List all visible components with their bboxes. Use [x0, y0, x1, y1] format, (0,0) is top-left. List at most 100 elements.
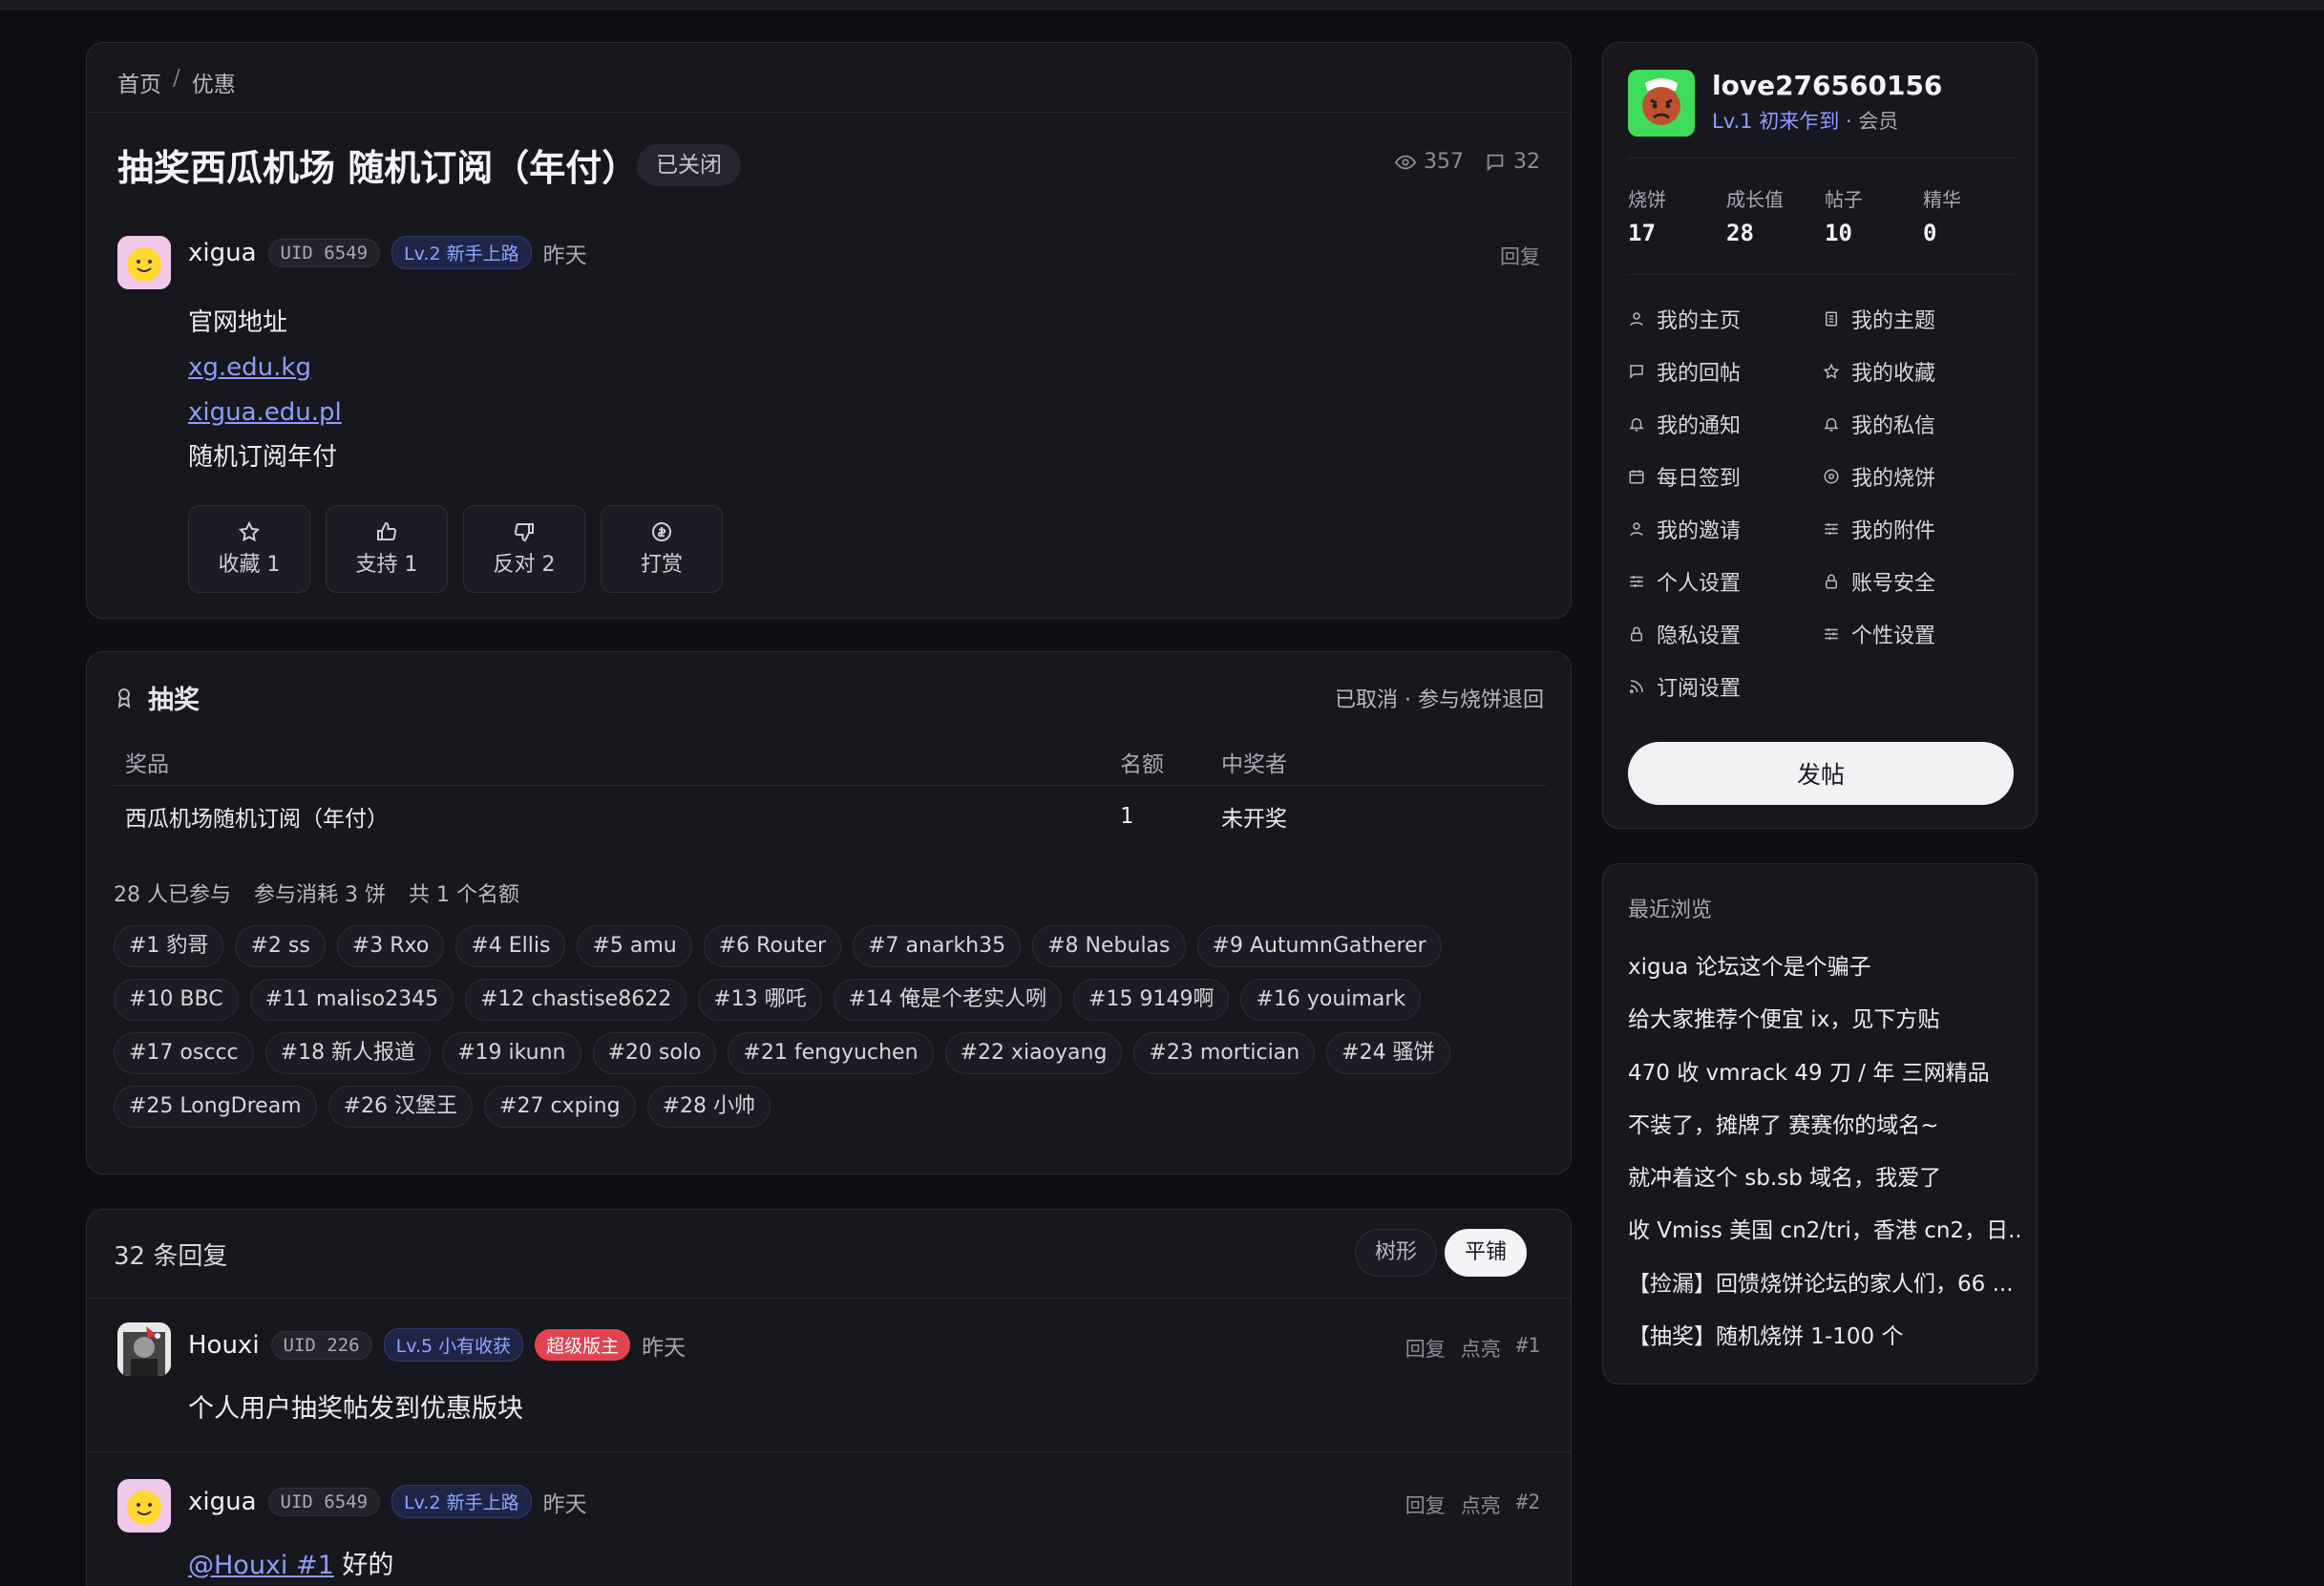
- stat-label: 帖子: [1825, 188, 1863, 211]
- menu-label: 个性设置: [1851, 624, 1936, 648]
- like-button[interactable]: 点亮: [1461, 1334, 1501, 1363]
- participant-chip[interactable]: #25 LongDream: [114, 1086, 317, 1128]
- recent-card: 最近浏览 xigua 论坛这个是个骗子 给大家推荐个便宜 ix，见下方贴 470…: [1602, 863, 2038, 1385]
- menu-my-attachments[interactable]: 我的附件: [1823, 513, 2014, 545]
- menu-personalization[interactable]: 个性设置: [1823, 618, 2014, 650]
- upvote-button[interactable]: 支持 1: [326, 505, 448, 593]
- participant-chip[interactable]: #7 anarkh35: [853, 925, 1022, 967]
- new-post-button[interactable]: 发帖: [1628, 742, 2014, 805]
- mention-link[interactable]: @Houxi #1: [188, 1551, 334, 1580]
- menu-privacy-settings[interactable]: 隐私设置: [1628, 618, 1823, 650]
- menu-my-topics[interactable]: 我的主题: [1823, 303, 2014, 335]
- avatar[interactable]: [1628, 70, 1695, 137]
- menu-label: 个人设置: [1657, 572, 1742, 596]
- menu-my-notifications[interactable]: 我的通知: [1628, 408, 1823, 440]
- stat-label: 精华: [1923, 188, 1961, 211]
- participant-chip[interactable]: #21 fengyuchen: [728, 1032, 934, 1074]
- reply-button[interactable]: 回复: [1405, 1491, 1446, 1519]
- participant-chip[interactable]: #4 Ellis: [455, 925, 566, 967]
- like-button[interactable]: 点亮: [1461, 1491, 1501, 1519]
- timestamp: 昨天: [642, 1335, 687, 1361]
- participant-chip[interactable]: #23 mortician: [1133, 1032, 1316, 1074]
- list-item[interactable]: 收 Vmiss 美国 cn2/tri，香港 cn2，日...: [1628, 1210, 2019, 1262]
- participant-chip[interactable]: #19 ikunn: [442, 1032, 581, 1074]
- username[interactable]: love276560156: [1712, 70, 1942, 101]
- menu-my-coins[interactable]: 我的烧饼: [1823, 460, 2014, 493]
- reply-author-name[interactable]: Houxi: [188, 1331, 260, 1360]
- participant-chip[interactable]: #14 俺是个老实人咧: [833, 979, 1063, 1021]
- participant-chip[interactable]: #17 osccc: [114, 1032, 254, 1074]
- menu-account-security[interactable]: 账号安全: [1823, 565, 2014, 598]
- rss-icon: [1629, 680, 1643, 694]
- menu-my-invites[interactable]: 我的邀请: [1628, 513, 1823, 545]
- column-header-prize: 奖品: [125, 751, 169, 777]
- participant-chip[interactable]: #9 AutumnGatherer: [1196, 925, 1442, 967]
- link-xigua[interactable]: xigua.edu.pl: [188, 391, 342, 435]
- participant-chip[interactable]: #24 骚饼: [1326, 1032, 1450, 1074]
- stat-value: 10: [1825, 220, 1852, 246]
- participant-chip[interactable]: #15 9149啊: [1073, 979, 1230, 1021]
- participant-chip[interactable]: #27 cxping: [484, 1086, 636, 1128]
- list-item[interactable]: 【捡漏】回馈烧饼论坛的家人们，66 ...: [1628, 1263, 2019, 1316]
- stat-growth: 成长值 28: [1726, 184, 1825, 246]
- avatar[interactable]: [117, 236, 171, 289]
- avatar[interactable]: [117, 1479, 171, 1533]
- participant-chip[interactable]: #11 maliso2345: [249, 979, 454, 1021]
- participant-chip[interactable]: #13 哪吒: [698, 979, 822, 1021]
- stat-featured: 精华 0: [1923, 184, 2021, 246]
- avatar[interactable]: [117, 1322, 171, 1376]
- participant-chip[interactable]: #8 Nebulas: [1032, 925, 1186, 967]
- list-item[interactable]: xigua 论坛这个是个骗子: [1628, 946, 2019, 999]
- prize-table: 奖品 名额 中奖者 西瓜机场随机订阅（年付） 1 未开奖: [114, 738, 1546, 847]
- comment-icon: [1630, 365, 1643, 379]
- breadcrumb-current[interactable]: 优惠: [192, 66, 236, 98]
- participant-chip[interactable]: #12 chastise8622: [465, 979, 687, 1021]
- list-item[interactable]: 470 收 vmrack 49 刀 / 年 三网精品: [1628, 1052, 2019, 1105]
- participant-chip[interactable]: #22 xiaoyang: [944, 1032, 1123, 1074]
- tip-button[interactable]: 打赏: [601, 505, 723, 593]
- participant-chip[interactable]: #20 solo: [592, 1032, 717, 1074]
- floor-number[interactable]: #2: [1516, 1491, 1540, 1519]
- menu-my-messages[interactable]: 我的私信: [1823, 408, 2014, 440]
- breadcrumb-separator: /: [173, 66, 180, 91]
- comments-stat: 32: [1485, 150, 1540, 174]
- participant-chip[interactable]: #26 汉堡王: [327, 1086, 474, 1128]
- sliders-icon: [1825, 628, 1838, 640]
- floor-number[interactable]: #1: [1516, 1334, 1540, 1363]
- participant-chip[interactable]: #1 豹哥: [114, 925, 224, 967]
- menu-subscription-settings[interactable]: 订阅设置: [1628, 670, 1823, 703]
- link-xg[interactable]: xg.edu.kg: [188, 346, 342, 391]
- author-name[interactable]: xigua: [188, 239, 257, 267]
- favorite-button[interactable]: 收藏 1: [188, 505, 310, 593]
- menu-my-homepage[interactable]: 我的主页: [1628, 303, 1823, 335]
- flat-view-button[interactable]: 平铺: [1444, 1229, 1527, 1277]
- downvote-button[interactable]: 反对 2: [463, 505, 585, 593]
- breadcrumb-home[interactable]: 首页: [117, 66, 161, 98]
- participant-chip[interactable]: #5 amu: [577, 925, 692, 967]
- menu-daily-checkin[interactable]: 每日签到: [1628, 460, 1823, 493]
- stat-label: 烧饼: [1628, 188, 1666, 211]
- list-item[interactable]: 就冲着这个 sb.sb 域名，我爱了: [1628, 1157, 2019, 1210]
- participant-chip[interactable]: #28 小帅: [646, 1086, 771, 1128]
- participant-chip[interactable]: #18 新人报道: [264, 1032, 432, 1074]
- participant-chip[interactable]: #6 Router: [703, 925, 842, 967]
- menu-my-favorites[interactable]: 我的收藏: [1823, 355, 2014, 388]
- list-item[interactable]: 【抽奖】随机烧饼 1-100 个: [1628, 1316, 2019, 1368]
- list-item[interactable]: 给大家推荐个便宜 ix，见下方贴: [1628, 999, 2019, 1051]
- list-item[interactable]: 不装了，摊牌了 赛赛你的域名~: [1628, 1105, 2019, 1157]
- menu-my-replies[interactable]: 我的回帖: [1628, 355, 1823, 388]
- participant-chip[interactable]: #3 Rxo: [336, 925, 445, 967]
- participation-cost: 参与消耗 3 饼: [254, 883, 386, 907]
- stat-coins: 烧饼 17: [1628, 184, 1726, 246]
- reply-button[interactable]: 回复: [1405, 1334, 1446, 1363]
- uid-badge: UID 6549: [267, 238, 381, 267]
- tree-view-button[interactable]: 树形: [1354, 1229, 1437, 1277]
- menu-personal-settings[interactable]: 个人设置: [1628, 565, 1823, 598]
- reply-author-name[interactable]: xigua: [188, 1488, 257, 1516]
- participant-chip[interactable]: #10 BBC: [114, 979, 239, 1021]
- participant-chip[interactable]: #2 ss: [235, 925, 326, 967]
- participant-chip[interactable]: #16 youimark: [1240, 979, 1422, 1021]
- body-text: 随机订阅年付: [188, 443, 338, 472]
- reply-button[interactable]: 回复: [1500, 242, 1540, 270]
- reply-content: 个人用户抽奖帖发到优惠版块: [188, 1394, 523, 1424]
